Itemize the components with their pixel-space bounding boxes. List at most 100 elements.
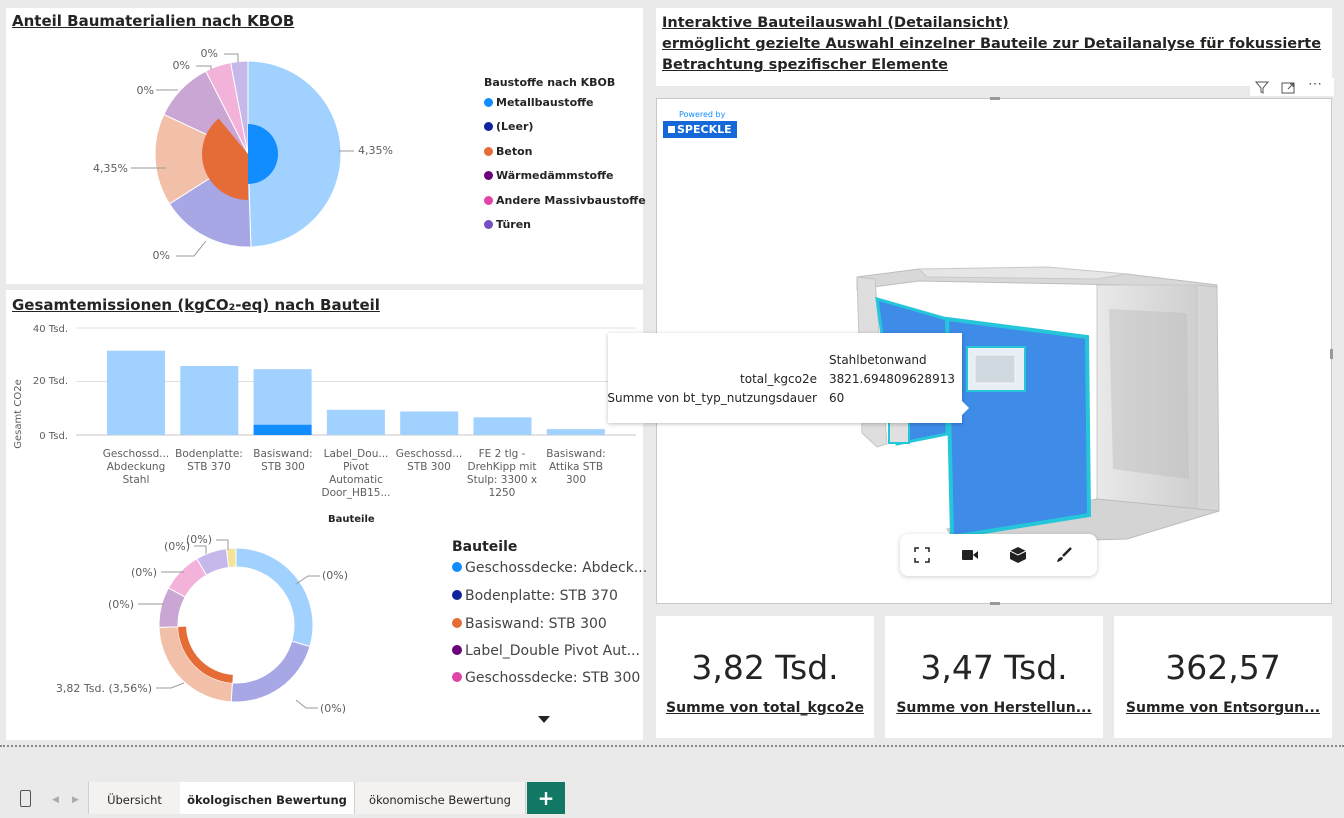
add-page-button[interactable]: + bbox=[527, 782, 565, 814]
kpi-value: 3,82 Tsd. bbox=[691, 648, 839, 687]
views-cube-icon[interactable] bbox=[1004, 541, 1032, 569]
tab-uebersicht[interactable]: Übersicht bbox=[88, 782, 181, 814]
x-tick-label: Label_Dou... Pivot Automatic Door_HB15..… bbox=[321, 448, 391, 499]
legend-dot-icon bbox=[452, 590, 462, 600]
x-tick-label: Basiswand: Attika STB 300 bbox=[546, 448, 606, 486]
kpi-card[interactable]: 362,57 Summe von Entsorgun... bbox=[1114, 616, 1332, 738]
legend-dot-icon bbox=[452, 562, 462, 572]
bar[interactable] bbox=[546, 429, 605, 435]
bar-highlight[interactable] bbox=[253, 424, 312, 435]
pie-legend-item[interactable]: Türen bbox=[484, 218, 531, 231]
legend-label: Bodenplatte: STB 370 bbox=[465, 588, 618, 604]
kpi-value: 3,47 Tsd. bbox=[920, 648, 1068, 687]
zoom-extents-icon[interactable] bbox=[908, 541, 936, 569]
pie-slice-label: 0% bbox=[201, 47, 218, 60]
x-tick-label: Bodenplatte: STB 370 bbox=[175, 448, 243, 473]
x-tick-label: Geschossd... Abdeckung Stahl bbox=[102, 448, 170, 486]
page-tab-bar: ◀ ▶ Übersicht ökologischen Bewertung öko… bbox=[0, 782, 1344, 814]
tab-oekonomische-bewertung[interactable]: ökonomische Bewertung bbox=[355, 782, 526, 814]
tooltip-header: Stahlbetonwand bbox=[829, 353, 927, 367]
tooltip-value: 60 bbox=[829, 391, 845, 405]
y-tick-label: 0 Tsd. bbox=[39, 431, 68, 442]
donut-legend-item[interactable]: Bodenplatte: STB 370 bbox=[452, 588, 618, 604]
y-tick-label: 40 Tsd. bbox=[33, 324, 68, 335]
pie-legend-title: Baustoffe nach KBOB bbox=[484, 76, 616, 89]
legend-dot-icon bbox=[484, 147, 493, 156]
donut-slice-label: (0%) bbox=[131, 566, 157, 579]
pie-chart[interactable]: 4,35% 0% 4,35% 0% 0% 0% bbox=[6, 8, 643, 284]
donut-legend-item[interactable]: Basiswand: STB 300 bbox=[452, 616, 607, 632]
bar[interactable] bbox=[473, 417, 532, 435]
cube-glyph bbox=[1009, 547, 1027, 563]
camera-icon[interactable] bbox=[956, 541, 984, 569]
legend-label: Wärmedämmstoffe bbox=[496, 169, 614, 182]
legend-label: (Leer) bbox=[496, 120, 534, 133]
camera-glyph bbox=[962, 550, 978, 560]
kpi-card[interactable]: 3,82 Tsd. Summe von total_kgco2e bbox=[656, 616, 874, 738]
legend-label: Basiswand: STB 300 bbox=[465, 616, 607, 632]
pie-legend-item[interactable]: Wärmedämmstoffe bbox=[484, 169, 613, 182]
viewer-title-line1: Interaktive Bauteilauswahl (Detailansich… bbox=[662, 15, 1009, 31]
focus-mode-icon[interactable] bbox=[1280, 79, 1296, 95]
legend-scroll-down-icon[interactable] bbox=[538, 716, 550, 723]
visual-header: ⋯ bbox=[1250, 75, 1334, 96]
kpi-label: Summe von total_kgco2e bbox=[666, 700, 864, 716]
pie-legend-item[interactable]: Andere Massivbaustoffe bbox=[484, 194, 646, 207]
viewer-toolbar bbox=[900, 534, 1097, 576]
bar[interactable] bbox=[400, 411, 459, 435]
donut-slice-label: 3,82 Tsd. (3,56%) bbox=[56, 682, 152, 695]
bar[interactable] bbox=[180, 365, 239, 435]
legend-dot-icon bbox=[452, 618, 462, 628]
more-options-icon[interactable]: ⋯ bbox=[1308, 75, 1322, 92]
bar-chart-panel: Gesamtemissionen (kgCO₂-eq) nach Bauteil… bbox=[6, 290, 647, 740]
x-tick-label: Basiswand: STB 300 bbox=[253, 448, 313, 473]
brush-icon[interactable] bbox=[1050, 541, 1078, 569]
pie-legend-item[interactable]: (Leer) bbox=[484, 120, 533, 133]
legend-dot-icon bbox=[452, 645, 462, 655]
brush-glyph bbox=[1057, 547, 1072, 562]
pie-slice-label: 0% bbox=[137, 84, 154, 97]
donut-legend-item[interactable]: Label_Double Pivot Aut... bbox=[452, 643, 640, 659]
pie-slice-label: 0% bbox=[173, 59, 190, 72]
x-tick-label: Geschossd... STB 300 bbox=[395, 448, 463, 473]
viewer-title-line3: Betrachtung spezifischer Elemente bbox=[662, 57, 948, 73]
donut-slice-label: (0%) bbox=[186, 533, 212, 546]
tab-scroll-left-icon[interactable]: ◀ bbox=[52, 794, 59, 805]
viewer-title-line2: ermöglicht gezielte Auswahl einzelner Ba… bbox=[662, 36, 1322, 52]
donut-legend-item[interactable]: Geschossdecke: Abdeck... bbox=[452, 560, 647, 576]
legend-label: Label_Double Pivot Aut... bbox=[465, 643, 640, 659]
bar[interactable] bbox=[107, 350, 165, 435]
kpi-card[interactable]: 3,47 Tsd. Summe von Herstellun... bbox=[885, 616, 1103, 738]
legend-dot-icon bbox=[452, 672, 462, 682]
legend-label: Geschossdecke: Abdeck... bbox=[465, 560, 648, 576]
tooltip-key: Summe von bt_typ_nutzungsdauer bbox=[607, 391, 817, 405]
pie-legend-item[interactable]: Metallbaustoffe bbox=[484, 96, 594, 109]
tooltip-pointer bbox=[962, 401, 969, 415]
data-tooltip: Stahlbetonwand total_kgco2e 3821.6948096… bbox=[607, 333, 969, 423]
legend-label: Metallbaustoffe bbox=[496, 96, 594, 109]
kpi-value: 362,57 bbox=[1165, 648, 1281, 687]
bar[interactable] bbox=[326, 409, 385, 435]
pie-slice-label: 4,35% bbox=[93, 162, 128, 175]
y-tick-label: 20 Tsd. bbox=[33, 376, 68, 387]
viewer-title-panel: Interaktive Bauteilauswahl (Detailansich… bbox=[656, 8, 1332, 86]
donut-slice-label: (0%) bbox=[322, 569, 348, 582]
legend-dot-icon bbox=[484, 196, 493, 205]
donut-slice-label: (0%) bbox=[320, 702, 346, 715]
donut-legend-item[interactable]: Geschossdecke: STB 300 bbox=[452, 670, 640, 686]
legend-dot-icon bbox=[484, 122, 493, 131]
mobile-layout-icon[interactable] bbox=[20, 790, 31, 807]
pie-slice-label: 4,35% bbox=[358, 144, 393, 157]
tooltip-key: total_kgco2e bbox=[740, 372, 817, 386]
x-axis-title: Bauteile bbox=[328, 514, 375, 525]
pie-chart-panel: Anteil Baumaterialien nach KBOB 4,35% 0%… bbox=[6, 8, 646, 284]
pie-legend-item[interactable]: Beton bbox=[484, 145, 533, 158]
tab-scroll-right-icon[interactable]: ▶ bbox=[72, 794, 79, 805]
filter-icon[interactable] bbox=[1254, 79, 1270, 95]
page-boundary bbox=[0, 745, 1344, 747]
y-axis-title: Gesamt CO2e bbox=[13, 379, 24, 448]
legend-label: Geschossdecke: STB 300 bbox=[465, 670, 641, 686]
legend-dot-icon bbox=[484, 220, 493, 229]
donut-chart[interactable]: (0%) (0%) 3,82 Tsd. (3,56%) (0%) (0%) (0… bbox=[6, 530, 426, 740]
tab-oekologische-bewertung[interactable]: ökologischen Bewertung bbox=[180, 782, 355, 814]
